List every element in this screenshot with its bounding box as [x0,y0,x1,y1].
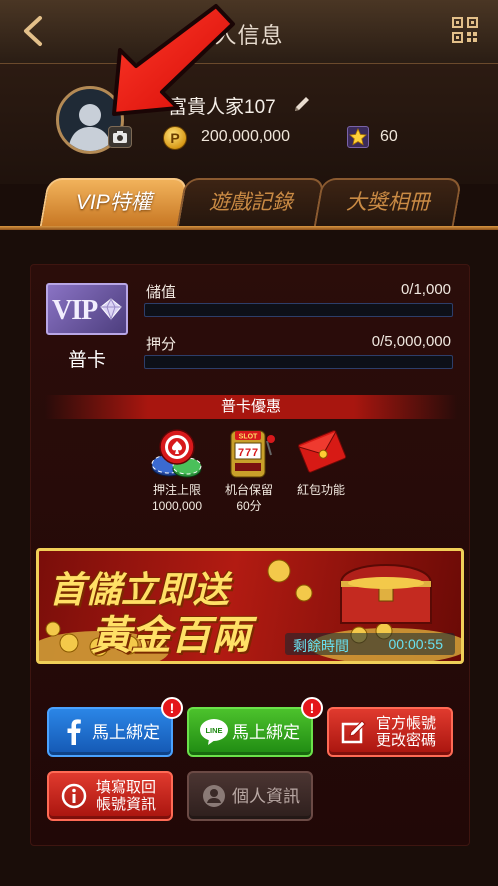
button-label: 馬上綁定 [92,722,160,742]
person-icon [199,781,229,811]
button-label: 個人資訊 [232,786,300,806]
pencil-icon[interactable] [292,94,312,114]
tab-game-records[interactable]: 遊戲記錄 [176,178,326,226]
line-alert-badge: ! [301,697,323,719]
edit-box-icon [339,717,369,747]
button-label-line2: 帳號資訊 [95,796,156,813]
perk-label: 紅包功能 [296,483,345,497]
countdown-box: 剩餘時間 00:00:55 [285,633,455,655]
tab-label: VIP特權 [75,191,152,214]
perk-label: 押注上限 [152,483,201,497]
perks-header: 普卡優惠 [45,395,457,419]
svg-text:7: 7 [245,447,251,459]
tab-underline [0,226,498,230]
star-count: 60 [380,128,398,145]
camera-icon[interactable] [108,126,132,148]
perk-bet-limit: 押注上限 1000,000 [137,427,217,513]
facebook-icon [59,717,89,747]
betting-label: 押分 [146,336,177,353]
countdown-value: 00:00:55 [388,636,444,652]
facebook-alert-badge: ! [161,697,183,719]
red-arrow-annotation-icon [112,4,235,116]
vip-card-badge: VIP [46,283,128,335]
slot-sign-text: SLOT [239,434,258,441]
slot-machine-icon: SLOT 7 7 7 [230,430,275,478]
tab-jackpot-album[interactable]: 大獎相冊 [313,178,463,226]
button-label: 官方帳號 更改密碼 [369,715,451,749]
tab-label: 大獎相冊 [345,191,430,214]
vip-badge-text: VIP [52,295,98,326]
account-recovery-button[interactable]: 填寫取回 帳號資訊 [47,771,173,821]
card-tier-name: 普卡 [67,350,106,371]
tab-label: 遊戲記錄 [208,191,293,214]
banner-subheadline: 黃金百兩 [91,614,251,658]
stored-value-progress-bar [144,303,453,317]
perk-value: 1000,000 [151,499,203,513]
poker-chip-icon [151,429,202,478]
treasure-chest-icon [339,564,433,624]
button-label-line1: 官方帳號 [375,715,436,732]
perk-machine-reserve: SLOT 7 7 7 机台保留 60分 [209,427,289,513]
vip-panel: VIP 普卡 儲值 0/1,000 押分 0/5,000,000 普卡優惠 押注… [30,264,470,846]
diamond-icon [100,298,122,321]
button-label-line1: 填寫取回 [95,779,156,796]
tab-vip-privileges[interactable]: VIP特權 [39,178,189,226]
stored-value-amount: 0/1,000 [400,281,451,298]
red-envelope-icon [298,430,347,473]
personal-info-button[interactable]: 個人資訊 [187,771,313,821]
line-icon: LINE [199,717,229,747]
coin-icon: P [163,126,187,150]
star-icon [347,126,369,148]
svg-text:LINE: LINE [205,726,222,735]
button-label: 馬上綁定 [232,722,300,742]
qr-code-icon[interactable] [452,17,478,43]
info-icon [59,781,89,811]
betting-progress-bar [144,355,453,369]
button-label: 填寫取回 帳號資訊 [89,779,171,813]
change-password-button[interactable]: 官方帳號 更改密碼 [327,707,453,757]
stored-value-label: 儲值 [146,284,177,301]
facebook-bind-button[interactable]: 馬上綁定 [47,707,173,757]
perk-value: 60分 [236,499,262,513]
perk-red-envelope: 紅包功能 [281,427,361,497]
betting-amount: 0/5,000,000 [371,333,451,350]
tab-bar: VIP特權 遊戲記錄 大獎相冊 [0,178,498,228]
countdown-label: 剩餘時間 [293,638,349,654]
svg-text:7: 7 [238,447,244,459]
perk-label: 机台保留 [224,483,273,497]
svg-text:7: 7 [252,447,258,459]
button-label-line2: 更改密碼 [375,732,436,749]
line-bind-button[interactable]: LINE 馬上綁定 [187,707,313,757]
coin-balance: 200,000,000 [201,128,290,145]
first-deposit-promo-banner[interactable]: 首儲立即送 黃金百兩 剩餘時間 00:00:55 [36,548,464,664]
